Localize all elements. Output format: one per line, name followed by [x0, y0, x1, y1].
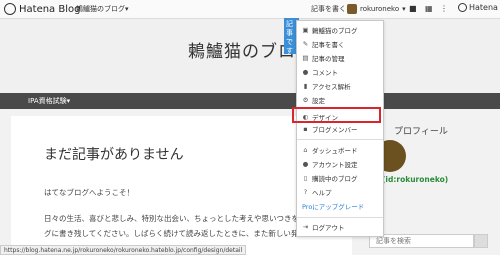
- menu-item-analytics[interactable]: ▮ アクセス解析: [297, 79, 383, 92]
- user-dropdown-menu: ▣ 鶫鱸猫のブログ ✎ 記事を書く ▤ 記事の管理 ● コメント ▮ アクセス解析 ⚙ 設定…: [296, 20, 384, 237]
- page-heading: まだ記事がありません: [44, 147, 184, 163]
- account-icon: ●: [302, 159, 309, 168]
- settings-icon: ⚙: [302, 95, 309, 104]
- search-input[interactable]: [369, 234, 474, 248]
- menu-item-settings[interactable]: ⚙ 設定: [297, 93, 383, 106]
- menu-item-help[interactable]: ? ヘルプ: [297, 185, 383, 198]
- profile-id-link[interactable]: (id:rokuroneko): [382, 175, 448, 184]
- avatar: [347, 4, 357, 14]
- logout-icon: ⇥: [302, 222, 309, 231]
- blog-title[interactable]: 鶫鱸猫のブロ: [188, 37, 296, 62]
- body-text-line: 日々の生活、喜びと悲しみ、特別な出会い、ちょっとした考えや思いつきを、: [44, 214, 307, 223]
- menu-item-logout[interactable]: ⇥ ログアウト: [297, 220, 383, 233]
- members-icon: ▪: [303, 124, 308, 133]
- hatena-blog-logo[interactable]: Hatena Blog: [4, 2, 80, 16]
- edit-icon: ✎: [302, 39, 309, 48]
- comment-icon: ●: [302, 67, 309, 76]
- menu-item-dashboard[interactable]: ⌂ ダッシュボード: [297, 143, 383, 156]
- hatena-logo-icon: [458, 3, 467, 12]
- list-icon: ▤: [302, 53, 309, 62]
- highlight-box: [292, 107, 381, 123]
- nav-item-ipa[interactable]: IPA資格試験▾: [28, 96, 70, 106]
- brand-label: Hatena Blog: [19, 3, 81, 15]
- hatena-logo-icon: [4, 3, 16, 15]
- username: rokuroneko: [360, 5, 400, 13]
- notification-icon[interactable]: ■: [409, 4, 417, 13]
- chevron-down-icon: ▾: [402, 5, 406, 13]
- blog-selector[interactable]: 鶫鱸猫のブログ▾: [76, 4, 129, 14]
- blog-icon: ▣: [302, 25, 309, 34]
- menu-item-pro-upgrade[interactable]: Proにアップグレード: [297, 199, 383, 212]
- user-menu-button[interactable]: rokuroneko ▾: [347, 2, 406, 16]
- menu-divider: [297, 139, 383, 140]
- menu-item-blog[interactable]: ▣ 鶫鱸猫のブログ: [297, 23, 383, 36]
- analytics-icon: ▮: [303, 81, 308, 90]
- menu-divider: [297, 217, 383, 218]
- profile-title: プロフィール: [394, 127, 448, 137]
- body-text-line: グに書き残してください。しばらく続けて読み返したときに、また新しい発見: [44, 229, 306, 238]
- help-icon: ?: [303, 187, 308, 196]
- search-button[interactable]: [474, 234, 488, 248]
- category-nav: [0, 93, 500, 109]
- menu-item-account[interactable]: ● アカウント設定: [297, 157, 383, 170]
- menu-item-comment[interactable]: ● コメント: [297, 65, 383, 78]
- menu-item-write[interactable]: ✎ 記事を書く: [297, 37, 383, 50]
- menu-item-reading[interactable]: ▯ 購読中のブログ: [297, 171, 383, 184]
- dashboard-icon: ⌂: [303, 145, 308, 154]
- menu-item-members[interactable]: ▪ ブログメンバー: [297, 122, 383, 135]
- apps-icon[interactable]: ▦: [425, 4, 433, 13]
- welcome-text: はてなブログへようこそ！: [44, 188, 134, 197]
- hatena-home-link[interactable]: Hatena: [458, 3, 498, 12]
- services-icon[interactable]: ⋮: [440, 4, 448, 13]
- write-article-button[interactable]: 記事を書く: [311, 4, 346, 14]
- menu-item-manage[interactable]: ▤ 記事の管理: [297, 51, 383, 64]
- status-url: https://blog.hatena.ne.jp/rokuroneko/rok…: [0, 245, 247, 255]
- reading-icon: ▯: [303, 173, 308, 182]
